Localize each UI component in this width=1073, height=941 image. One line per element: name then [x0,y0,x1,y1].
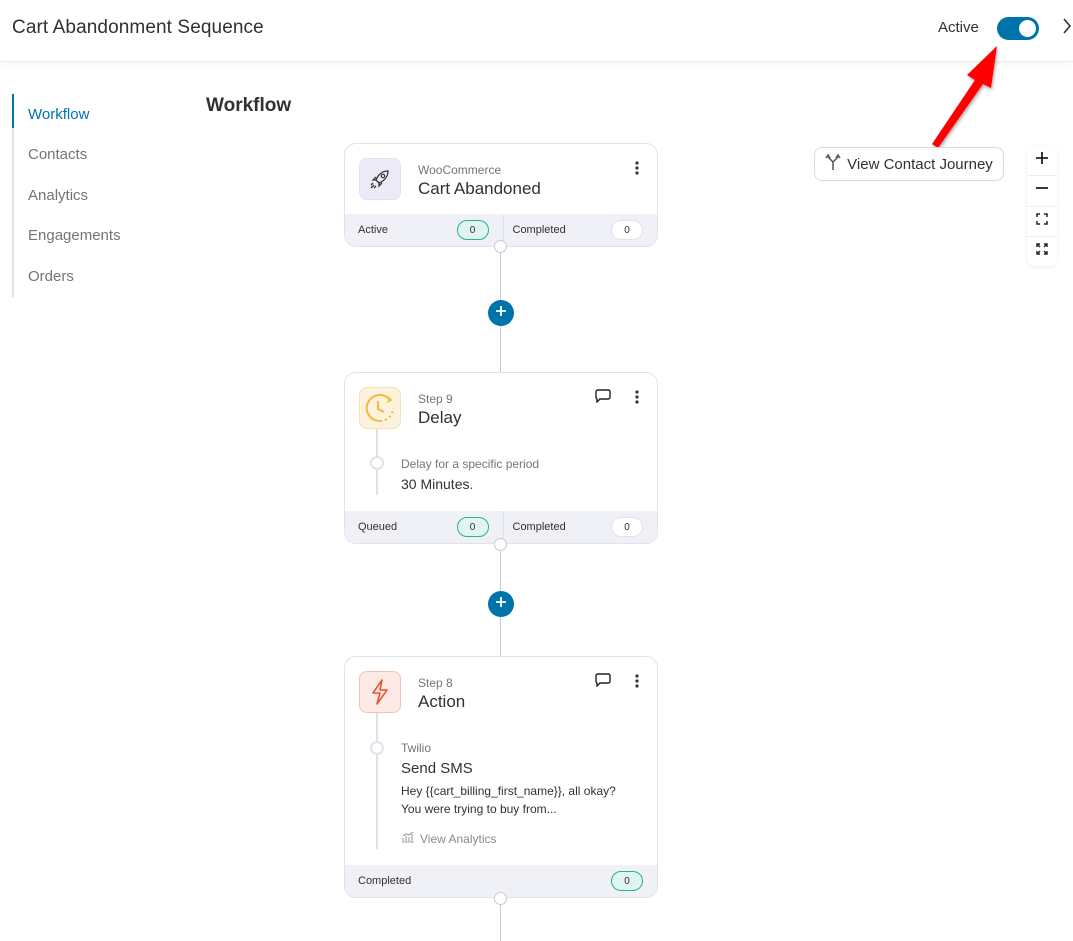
timeline-dot [370,456,384,470]
sidebar-item-workflow[interactable]: Workflow [12,94,172,135]
stat-label: Active [358,224,388,236]
minus-icon [1035,181,1049,200]
zoom-out-button[interactable] [1027,176,1057,207]
step-title: Delay [418,408,462,427]
connector-dot [494,538,507,551]
sidebar-nav: Workflow Contacts Analytics Engagements … [12,94,172,297]
step-number: Step 8 [418,676,453,690]
zoom-controls [1027,146,1057,266]
clock-icon [359,387,401,429]
delay-node-card[interactable]: Step 9 Delay Delay for a specific period… [344,372,658,544]
sidebar-item-analytics[interactable]: Analytics [14,175,172,216]
action-node-card[interactable]: Step 8 Action Twilio Send SMS Hey {{cart… [344,656,658,898]
plus-icon [495,595,507,613]
plus-icon [1035,151,1049,170]
status-label: Active [938,19,979,36]
stat-label: Completed [358,875,412,887]
timeline-track [376,713,378,849]
zoom-in-button[interactable] [1027,146,1057,177]
stat-label: Queued [358,521,398,533]
view-analytics-link[interactable]: View Analytics [401,831,496,846]
rocket-icon [359,158,401,200]
integration-name: Twilio [401,741,432,755]
sidebar-item-engagements[interactable]: Engagements [14,216,172,257]
trigger-node-card[interactable]: WooCommerce Cart Abandoned Active 0 Compl… [344,143,658,247]
trigger-title: Cart Abandoned [418,179,541,198]
annotation-arrow-icon [932,46,997,148]
stat-label: Completed [512,521,566,533]
plus-icon [495,304,507,322]
add-step-button[interactable] [488,300,514,326]
top-bar: Cart Abandonment Sequence Active [0,0,1073,62]
message-line: Hey {{cart_billing_first_name}}, all oka… [401,784,616,798]
action-name: Send SMS [401,760,473,777]
comment-icon[interactable] [595,673,611,692]
step-title: Action [418,692,466,711]
stat-count-badge[interactable]: 0 [611,871,643,891]
active-toggle[interactable] [997,17,1039,40]
trigger-subtitle: WooCommerce [418,163,502,177]
comment-icon[interactable] [595,389,611,408]
more-options-icon[interactable] [635,390,639,409]
stat-count-badge[interactable]: 0 [456,517,489,537]
sidebar-item-contacts[interactable]: Contacts [14,135,172,176]
delay-type-label: Delay for a specific period [401,457,540,471]
step-number: Step 9 [418,392,453,406]
add-step-button[interactable] [488,591,514,617]
lightning-icon [359,671,401,713]
page-title: Cart Abandonment Sequence [12,17,264,38]
sms-message-preview: Hey {{cart_billing_first_name}}, all oka… [401,782,651,818]
chevron-right-icon[interactable] [1062,17,1072,40]
fit-screen-button[interactable] [1027,207,1057,237]
connector-dot [494,240,507,253]
view-contact-journey-label: View Contact Journey [847,155,993,173]
message-line: You were trying to buy from... [401,802,557,816]
stat-label: Completed [512,224,566,236]
expand-icon [1036,242,1048,260]
fit-screen-icon [1036,212,1048,230]
fullscreen-button[interactable] [1027,237,1057,266]
stat-count-badge[interactable]: 0 [611,220,643,240]
timeline-dot [370,741,384,755]
bar-chart-icon [401,831,415,846]
stat-count-badge[interactable]: 0 [456,220,489,240]
delay-duration: 30 Minutes. [401,476,474,492]
view-contact-journey-button[interactable]: View Contact Journey [814,147,1004,181]
sidebar-item-orders[interactable]: Orders [14,256,172,297]
branch-icon [825,153,841,175]
stat-count-badge[interactable]: 0 [611,517,643,537]
connector-dot [494,892,507,905]
toggle-knob [1019,20,1036,37]
more-options-icon[interactable] [635,161,639,180]
more-options-icon[interactable] [635,674,639,693]
view-analytics-label: View Analytics [420,831,497,846]
section-title: Workflow [206,95,292,116]
